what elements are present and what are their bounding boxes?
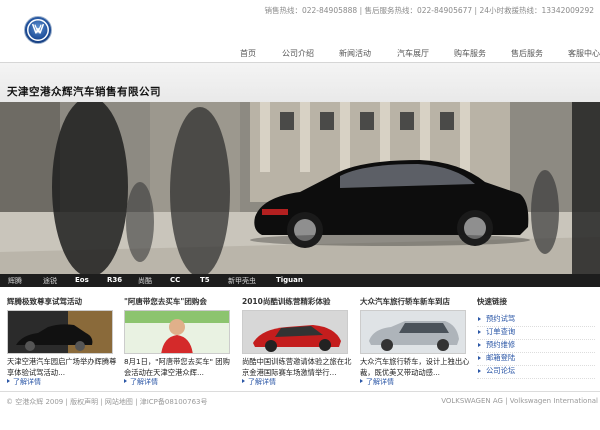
model-tiguan[interactable]: Tiguan bbox=[276, 276, 303, 284]
quick-link-order-query[interactable]: 订单查询 bbox=[477, 327, 595, 340]
hero-image bbox=[0, 102, 600, 274]
news-more-link-3[interactable]: 了解详情 bbox=[242, 377, 276, 387]
news-more-link-1[interactable]: 了解详情 bbox=[7, 377, 41, 387]
main-nav: 首页 公司介绍 新闻活动 汽车展厅 购车服务 售后服务 客服中心 bbox=[0, 46, 600, 62]
news-title-2[interactable]: "阿唐带您去买车"团购会 bbox=[124, 296, 207, 307]
model-phaeton[interactable]: 辉腾 bbox=[8, 276, 22, 286]
quick-link-test-drive[interactable]: 预约试驾 bbox=[477, 314, 595, 327]
news-title-1[interactable]: 辉腾极致尊享试驾活动 bbox=[7, 296, 82, 307]
nav-aftersales[interactable]: 售后服务 bbox=[511, 48, 543, 59]
news-text-1: 天津空港汽车园启广场举办辉腾尊享体验试驾活动... bbox=[7, 357, 117, 377]
nav-company[interactable]: 公司介绍 bbox=[282, 48, 314, 59]
footer-copyright[interactable]: © 空港众辉 2009 | 版权声明 | 网站地图 | 津ICP备0810076… bbox=[6, 397, 208, 407]
footer-vw-links[interactable]: VOLKSWAGEN AG | Volkswagen International bbox=[441, 397, 598, 405]
model-t5[interactable]: T5 bbox=[200, 276, 210, 284]
news-more-link-4[interactable]: 了解详情 bbox=[360, 377, 394, 387]
news-title-3[interactable]: 2010尚酷训练营精彩体验 bbox=[242, 296, 330, 307]
news-title-4[interactable]: 大众汽车旅行轿车新车到店 bbox=[360, 296, 450, 307]
quick-links-title: 快速链接 bbox=[477, 297, 507, 306]
news-thumb-1[interactable] bbox=[7, 310, 113, 354]
model-cc[interactable]: CC bbox=[170, 276, 180, 284]
nav-home[interactable]: 首页 bbox=[240, 48, 256, 59]
nav-service-center[interactable]: 客服中心 bbox=[568, 48, 600, 59]
news-thumb-4[interactable] bbox=[360, 310, 466, 354]
nav-purchase[interactable]: 购车服务 bbox=[454, 48, 486, 59]
quick-link-forum[interactable]: 公司论坛 bbox=[477, 366, 595, 379]
quick-link-repair-booking[interactable]: 预约维修 bbox=[477, 340, 595, 353]
model-eos[interactable]: Eos bbox=[75, 276, 89, 284]
model-scirocco[interactable]: 尚酷 bbox=[138, 276, 152, 286]
footer-divider bbox=[0, 391, 600, 392]
news-more-link-2[interactable]: 了解详情 bbox=[124, 377, 158, 387]
news-thumb-3[interactable] bbox=[242, 310, 348, 354]
model-r36[interactable]: R36 bbox=[107, 276, 122, 284]
quick-links: 预约试驾 订单查询 预约维修 邮箱登陆 公司论坛 bbox=[477, 314, 595, 379]
nav-showroom[interactable]: 汽车展厅 bbox=[397, 48, 429, 59]
hero-banner[interactable] bbox=[0, 102, 600, 274]
quick-link-mail-login[interactable]: 邮箱登陆 bbox=[477, 353, 595, 366]
news-text-4: 大众汽车旅行轿车，设计上独出心裁，既优美又带动动感... bbox=[360, 357, 470, 377]
hotline-text: 销售热线：022-84905888 | 售后服务热线：022-84905677 … bbox=[264, 6, 594, 15]
news-thumb-2[interactable] bbox=[124, 310, 230, 354]
news-text-3: 尚酷中国训练营邀请体验之旅在北京金港国际赛车场激情举行... bbox=[242, 357, 352, 377]
model-strip: 辉腾 途锐 Eos R36 尚酷 CC T5 新甲壳虫 Tiguan bbox=[0, 274, 600, 287]
nav-news[interactable]: 新闻活动 bbox=[339, 48, 371, 59]
model-touareg[interactable]: 途锐 bbox=[43, 276, 57, 286]
vw-logo-icon[interactable] bbox=[24, 16, 52, 44]
model-beetle[interactable]: 新甲壳虫 bbox=[228, 276, 256, 286]
news-text-2: 8月1日，"阿唐带您去买车" 团购会活动在天津空港众辉... bbox=[124, 357, 230, 377]
title-bar: 天津空港众辉汽车销售有限公司 bbox=[0, 63, 600, 102]
company-name: 天津空港众辉汽车销售有限公司 bbox=[7, 86, 161, 98]
